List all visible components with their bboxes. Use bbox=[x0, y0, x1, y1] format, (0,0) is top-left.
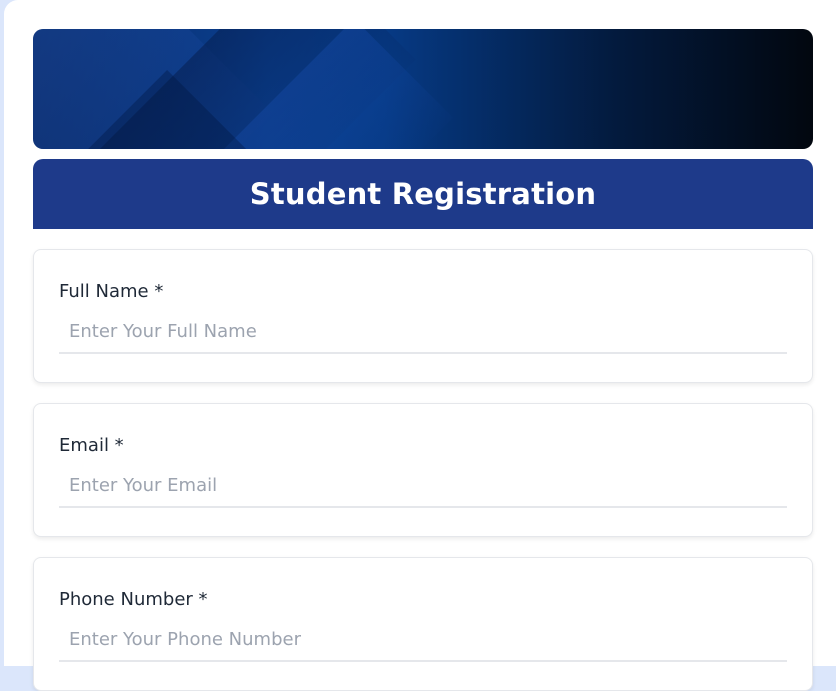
email-input[interactable] bbox=[59, 464, 787, 508]
page-title: Student Registration bbox=[249, 177, 597, 211]
banner-image bbox=[33, 29, 813, 149]
phone-number-input[interactable] bbox=[59, 618, 787, 662]
full-name-label: Full Name * bbox=[59, 281, 164, 302]
email-card: Email * bbox=[33, 403, 813, 537]
phone-number-card: Phone Number * bbox=[33, 557, 813, 691]
registration-page: Student Registration Full Name * Email *… bbox=[4, 0, 836, 691]
phone-number-label: Phone Number * bbox=[59, 589, 208, 610]
full-name-card: Full Name * bbox=[33, 249, 813, 383]
email-label: Email * bbox=[59, 435, 124, 456]
form-header: Student Registration bbox=[33, 159, 813, 229]
full-name-input[interactable] bbox=[59, 310, 787, 354]
